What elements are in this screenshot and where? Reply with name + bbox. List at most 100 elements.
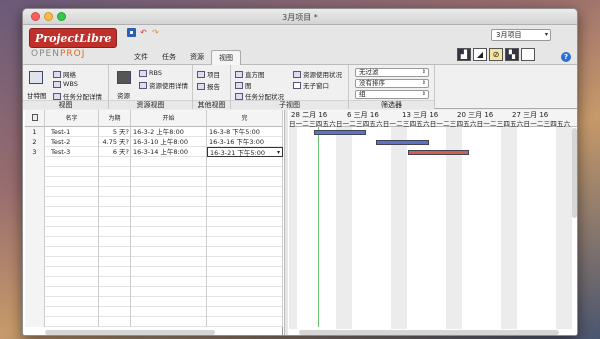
calendar-view-icon[interactable]: ⊘: [489, 48, 503, 61]
reports-button[interactable]: 报告: [197, 81, 220, 91]
task-name-cell[interactable]: Test-3: [45, 147, 99, 157]
tab-view[interactable]: 视图: [211, 50, 241, 65]
no-sub-window-button[interactable]: 无子窗口: [293, 80, 329, 90]
start-cell[interactable]: 16-3-2 上午8:00: [131, 127, 207, 137]
empty-cell: [207, 197, 283, 207]
empty-cell: [207, 227, 283, 237]
gantt-vertical-scrollbar[interactable]: [572, 128, 577, 218]
gantt-chart-icon: [29, 71, 43, 84]
wbs-button[interactable]: WBS: [53, 80, 78, 88]
split-divider[interactable]: [284, 110, 288, 335]
table-row[interactable]: 1 Test-1 5 天? 16-3-2 上午8:00 16-3-8 下午5:0…: [25, 127, 283, 137]
table-row[interactable]: 3 Test-3 6 天? 16-3-14 上午8:00 16-3-21 下午5…: [25, 147, 283, 157]
tab-task[interactable]: 任务: [155, 50, 183, 65]
empty-table-row[interactable]: [25, 297, 283, 307]
start-cell[interactable]: 16-3-14 上午8:00: [131, 147, 207, 157]
empty-table-row[interactable]: [25, 187, 283, 197]
task-name-cell[interactable]: Test-1: [45, 127, 99, 137]
resource-usage-sub-button[interactable]: 资源使用状况: [293, 69, 342, 79]
network-view-icon[interactable]: ◢: [473, 48, 487, 61]
weekend-shade: [446, 127, 462, 329]
duration-cell[interactable]: 5 天?: [99, 127, 131, 137]
main-content: 名字 为期 开始 完 1 Test-1 5 天? 16-3-2 上午8:00 1…: [23, 110, 577, 335]
sort-select[interactable]: 没有排序 ⇕: [355, 79, 429, 88]
empty-cell: [207, 317, 283, 327]
empty-cell: [99, 187, 131, 197]
project-select[interactable]: 3月项目 ▾: [491, 29, 551, 41]
reports-icon: [197, 82, 205, 90]
empty-table-row[interactable]: [25, 207, 283, 217]
gantt-button[interactable]: 甘特图: [27, 90, 47, 100]
group-select[interactable]: 组 ⇕: [355, 90, 429, 99]
duration-cell[interactable]: 6 天?: [99, 147, 131, 157]
gantt-bar-test-2[interactable]: [376, 140, 430, 145]
tab-resource[interactable]: 资源: [183, 50, 211, 65]
duration-cell[interactable]: 4.75 天?: [99, 137, 131, 147]
empty-cell: [99, 197, 131, 207]
empty-table-row[interactable]: [25, 247, 283, 257]
other-views-group: 项目 报告 其他视图: [193, 65, 231, 109]
empty-table-row[interactable]: [25, 197, 283, 207]
finish-cell-value: 16-3-21 下午5:00: [210, 149, 266, 157]
finish-cell[interactable]: 16-3-16 下午3:00: [207, 137, 283, 147]
empty-table-row[interactable]: [25, 317, 283, 327]
gantt-bar-test-1[interactable]: [313, 130, 367, 135]
table-row[interactable]: 2 Test-2 4.75 天? 16-3-10 上午8:00 16-3-16 …: [25, 137, 283, 147]
chevron-down-icon[interactable]: ▾: [277, 148, 280, 156]
gantt-bar-test-3[interactable]: [407, 150, 469, 155]
empty-cell: [131, 207, 207, 217]
empty-cell: [131, 277, 207, 287]
empty-table-row[interactable]: [25, 307, 283, 317]
finish-cell-editing[interactable]: 16-3-21 下午5:00 ▾: [207, 147, 283, 157]
empty-cell: [131, 177, 207, 187]
empty-cell: [131, 167, 207, 177]
resource-view-icon[interactable]: ▚: [505, 48, 519, 61]
help-icon[interactable]: ?: [561, 52, 571, 62]
empty-table-row[interactable]: [25, 167, 283, 177]
resources-button[interactable]: 资源: [117, 90, 130, 100]
view-switcher: ▟ ◢ ⊘ ▚: [457, 48, 535, 61]
empty-cell: [99, 227, 131, 237]
finish-cell[interactable]: 16-3-8 下午5:00: [207, 127, 283, 137]
empty-cell: [99, 207, 131, 217]
redo-icon[interactable]: ↷: [151, 28, 160, 37]
projects-button[interactable]: 项目: [197, 69, 220, 79]
histogram-button[interactable]: 直方图: [235, 69, 265, 79]
empty-table-row[interactable]: [25, 287, 283, 297]
gantt-view-icon[interactable]: ▟: [457, 48, 471, 61]
table-header: 名字 为期 开始 完: [25, 110, 283, 127]
empty-table-row[interactable]: [25, 257, 283, 267]
empty-table-row[interactable]: [25, 217, 283, 227]
info-icon: [31, 114, 38, 121]
table-horizontal-scrollbar[interactable]: [45, 330, 215, 335]
empty-cell: [99, 247, 131, 257]
resource-usage-sub-icon: [293, 70, 301, 78]
column-header-duration[interactable]: 为期: [99, 110, 131, 127]
empty-table-row[interactable]: [25, 267, 283, 277]
blank-view-icon[interactable]: [521, 48, 535, 61]
task-name-cell[interactable]: Test-2: [45, 137, 99, 147]
empty-table-row[interactable]: [25, 277, 283, 287]
empty-cell: [99, 217, 131, 227]
filter-select[interactable]: 无过滤 ⇕: [355, 68, 429, 77]
chart-button[interactable]: 图: [235, 80, 252, 90]
empty-table-row[interactable]: [25, 177, 283, 187]
column-header-start[interactable]: 开始: [131, 110, 207, 127]
empty-table-row[interactable]: [25, 157, 283, 167]
start-cell[interactable]: 16-3-10 上午8:00: [131, 137, 207, 147]
empty-cell: [45, 317, 99, 327]
gantt-horizontal-scrollbar[interactable]: [299, 330, 559, 335]
empty-table-row[interactable]: [25, 227, 283, 237]
network-button[interactable]: 网络: [53, 69, 76, 79]
resource-usage-button[interactable]: 资源使用详情: [139, 80, 188, 90]
rbs-button[interactable]: RBS: [139, 69, 162, 77]
column-header-name[interactable]: 名字: [45, 110, 99, 127]
empty-cell: [25, 177, 45, 187]
column-header-finish[interactable]: 完: [207, 110, 283, 127]
tab-file[interactable]: 文件: [127, 50, 155, 65]
undo-icon[interactable]: ↶: [139, 28, 148, 37]
empty-cell: [25, 187, 45, 197]
empty-table-row[interactable]: [25, 237, 283, 247]
save-icon[interactable]: ▪: [127, 28, 136, 37]
sub-views-group: 直方图 图 任务分配状况 资源使用状况 无子窗口 子视图: [231, 65, 349, 109]
